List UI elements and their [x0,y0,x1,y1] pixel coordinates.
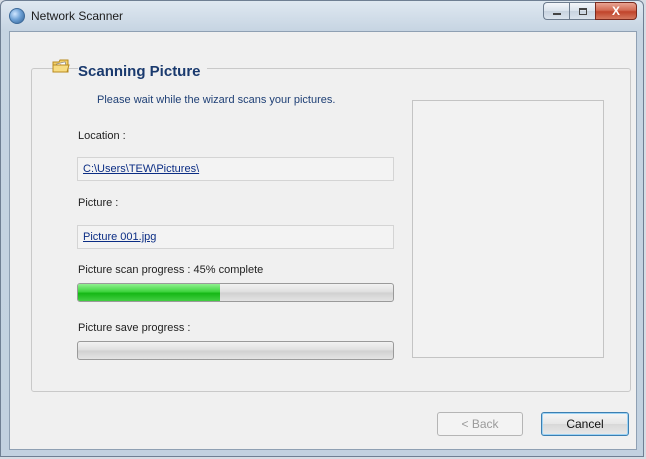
network-scanner-icon [9,8,25,24]
picture-link[interactable]: Picture 001.jpg [83,231,156,243]
scan-progress-label: Picture scan progress : 45% complete [78,264,264,276]
location-field: C:\Users\TEW\Pictures\ [77,157,394,181]
location-label: Location : [78,130,126,142]
close-button[interactable]: X [595,2,637,20]
location-link[interactable]: C:\Users\TEW\Pictures\ [83,163,199,175]
wizard-title: Scanning Picture [78,63,207,80]
scan-progress-bar [77,283,394,302]
picture-field: Picture 001.jpg [77,225,394,249]
maximize-button[interactable] [569,2,595,20]
picture-label: Picture : [78,197,119,209]
minimize-button[interactable] [543,2,569,20]
save-progress-label: Picture save progress : [78,322,191,334]
save-progress-bar [77,341,394,360]
maximize-icon [578,7,587,15]
minimize-icon [552,13,561,15]
title-bar[interactable]: Network Scanner X [1,1,643,31]
back-button[interactable]: < Back [437,412,523,436]
window-title: Network Scanner [31,9,124,23]
picture-preview-pane [412,100,604,358]
caption-buttons: X [543,2,637,20]
close-icon: X [611,4,620,18]
scan-progress-fill [78,284,220,301]
folder-picture-icon [52,59,70,73]
wizard-subtitle: Please wait while the wizard scans your … [97,94,336,106]
cancel-button[interactable]: Cancel [541,412,629,436]
